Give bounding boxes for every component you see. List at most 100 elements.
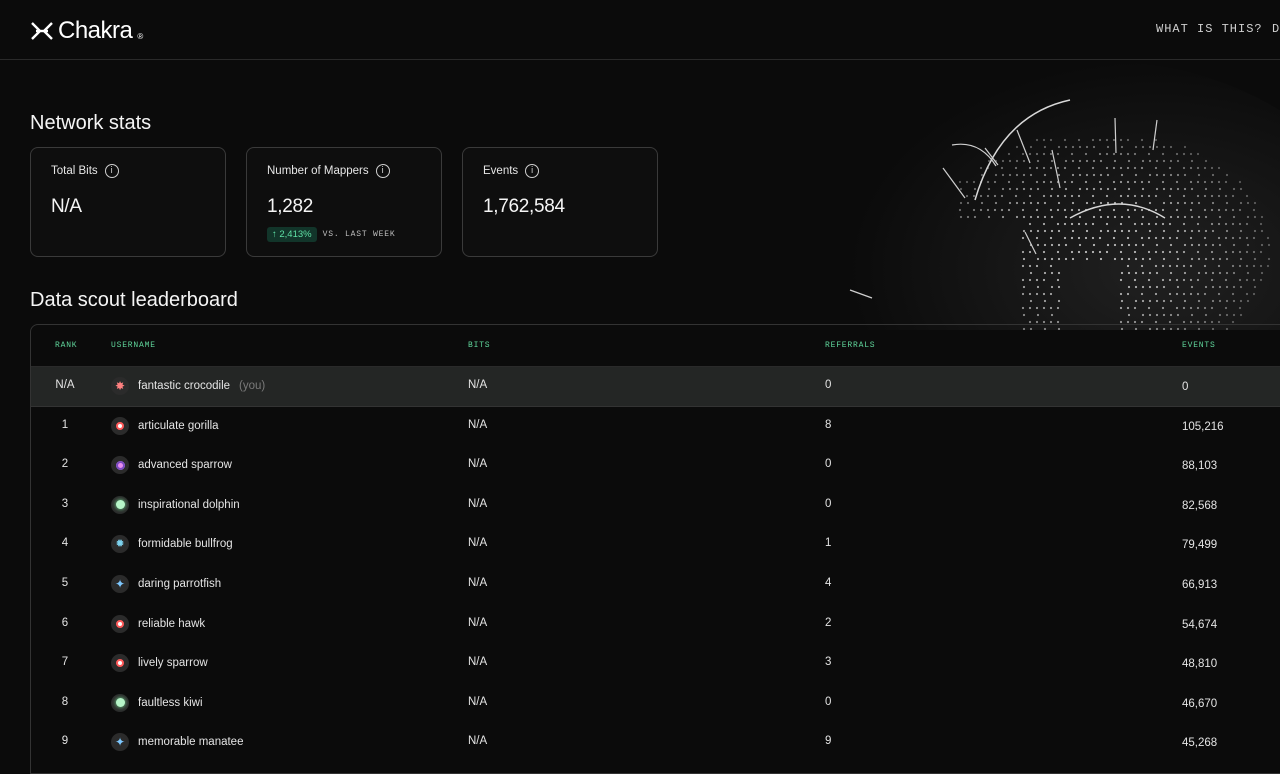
username: inspirational dolphin	[138, 498, 240, 511]
bits-cell: N/A	[468, 656, 488, 669]
username: lively sparrow	[138, 657, 208, 670]
username-cell: ✹ formidable bullfrog	[111, 535, 233, 554]
username: fantastic crocodile	[138, 380, 231, 392]
trend-label: VS. LAST WEEK	[322, 230, 396, 239]
events-cell: 0	[1182, 381, 1189, 393]
table-row[interactable]: 1 articulate gorilla N/A 8 105,216	[31, 407, 1280, 447]
table-row[interactable]: 2 advanced sparrow N/A 0 88,103	[31, 446, 1280, 486]
rank-cell: 9	[61, 735, 69, 748]
referrals-cell: 9	[825, 735, 832, 748]
username-cell: ✸ fantastic crocodile (you)	[111, 377, 265, 395]
network-stats-title: Network stats	[30, 112, 152, 134]
stat-label: Number of Mappers	[267, 165, 369, 177]
stat-value: 1,282	[267, 196, 314, 217]
events-cell: 46,670	[1182, 697, 1218, 710]
spark-avatar-icon: ✦	[111, 733, 129, 752]
chakra-mark-icon	[31, 22, 53, 40]
col-referrals[interactable]: REFERRALS	[825, 341, 875, 350]
spark-avatar-icon: ✦	[111, 575, 129, 593]
referrals-cell: 0	[825, 695, 832, 708]
rank-cell: 4	[61, 537, 69, 550]
bits-cell: N/A	[468, 695, 488, 708]
bits-cell: N/A	[468, 537, 488, 550]
green-orb-avatar-icon	[111, 693, 129, 712]
gear-avatar-icon: ✹	[111, 535, 129, 554]
table-header: RANK USERNAME BITS REFERRALS EVENTS	[31, 325, 1280, 367]
referrals-cell: 8	[825, 418, 832, 431]
rank-cell: 8	[61, 695, 69, 708]
username-cell: reliable hawk	[111, 614, 206, 633]
rank-cell: N/A	[55, 379, 75, 391]
leaderboard-table: RANK USERNAME BITS REFERRALS EVENTS N/A ✸…	[30, 324, 1280, 774]
referrals-cell: 1	[825, 537, 832, 550]
table-row[interactable]: 3 inspirational dolphin N/A 0 82,568	[31, 486, 1280, 526]
referrals-cell: 4	[825, 577, 832, 589]
referrals-cell: 0	[825, 458, 832, 471]
table-row[interactable]: 6 reliable hawk N/A 2 54,674	[31, 605, 1280, 645]
rank-cell: 2	[61, 458, 69, 471]
col-rank[interactable]: RANK	[55, 341, 77, 350]
events-cell: 45,268	[1182, 737, 1218, 750]
table-row[interactable]: 7 lively sparrow N/A 3 48,810	[31, 644, 1280, 684]
info-icon[interactable]: i	[104, 164, 119, 178]
stat-card-mappers: Number of Mappers i 1,282 ↑ 2,413% VS. L…	[246, 147, 442, 257]
rank-cell: 3	[61, 497, 69, 510]
username-cell: articulate gorilla	[111, 416, 219, 435]
col-username[interactable]: USERNAME	[111, 341, 156, 350]
bits-cell: N/A	[468, 616, 488, 629]
username-cell: faultless kiwi	[111, 693, 203, 712]
top-bar: Chakra ® WHAT IS THIS? D	[0, 0, 1280, 60]
table-row[interactable]: 9 ✦ memorable manatee N/A 9 45,268	[31, 723, 1280, 763]
stat-label: Total Bits	[51, 165, 98, 177]
table-row[interactable]: 5 ✦ daring parrotfish N/A 4 66,913	[31, 565, 1280, 605]
ring-avatar-icon	[111, 416, 129, 435]
col-events[interactable]: EVENTS	[1182, 341, 1216, 350]
registered-mark: ®	[137, 31, 144, 41]
events-cell: 105,216	[1182, 420, 1224, 433]
username: memorable manatee	[138, 736, 244, 749]
table-row-you[interactable]: N/A ✸ fantastic crocodile (you) N/A 0 0	[31, 367, 1280, 407]
username: reliable hawk	[138, 617, 206, 630]
bits-cell: N/A	[468, 497, 488, 510]
chakra-logo[interactable]: Chakra ®	[30, 17, 143, 45]
stat-card-events: Events i 1,762,584	[462, 147, 658, 257]
brand-name: Chakra	[58, 17, 133, 44]
username: formidable bullfrog	[138, 538, 233, 551]
nav-what-is-this[interactable]: WHAT IS THIS?	[1156, 22, 1263, 36]
green-orb-avatar-icon	[111, 495, 129, 514]
ring-avatar-icon	[111, 654, 129, 673]
info-icon[interactable]: i	[525, 164, 540, 178]
events-cell: 88,103	[1182, 460, 1218, 473]
table-row[interactable]: 8 faultless kiwi N/A 0 46,670	[31, 684, 1280, 724]
trend: ↑ 2,413% VS. LAST WEEK	[267, 227, 395, 242]
username: articulate gorilla	[138, 419, 219, 432]
bits-cell: N/A	[468, 418, 488, 431]
username: daring parrotfish	[138, 578, 222, 590]
leaderboard-title: Data scout leaderboard	[30, 289, 238, 311]
table-row[interactable]: 4 ✹ formidable bullfrog N/A 1 79,499	[31, 525, 1280, 565]
username-cell: ✦ memorable manatee	[111, 733, 244, 752]
username-cell: inspirational dolphin	[111, 495, 240, 514]
username-cell: ✦ daring parrotfish	[111, 575, 221, 593]
username: faultless kiwi	[138, 696, 203, 709]
username-cell: advanced sparrow	[111, 456, 232, 475]
stat-card-total-bits: Total Bits i N/A	[30, 147, 226, 257]
nav-link-truncated[interactable]: D	[1272, 22, 1280, 36]
referrals-cell: 0	[825, 379, 832, 391]
stat-label: Events	[483, 165, 519, 177]
info-icon[interactable]: i	[375, 164, 390, 178]
referrals-cell: 0	[825, 497, 832, 510]
ring-avatar-icon	[111, 614, 129, 633]
flower-avatar-icon	[111, 456, 129, 475]
events-cell: 48,810	[1182, 658, 1218, 671]
events-cell: 66,913	[1182, 579, 1218, 591]
referrals-cell: 3	[825, 656, 832, 669]
username: advanced sparrow	[138, 459, 232, 472]
events-cell: 82,568	[1182, 499, 1218, 512]
bits-cell: N/A	[468, 379, 488, 391]
stat-value: 1,762,584	[483, 196, 565, 217]
col-bits[interactable]: BITS	[468, 341, 490, 350]
bits-cell: N/A	[468, 458, 488, 471]
events-cell: 54,674	[1182, 618, 1218, 631]
rank-cell: 6	[61, 616, 69, 629]
